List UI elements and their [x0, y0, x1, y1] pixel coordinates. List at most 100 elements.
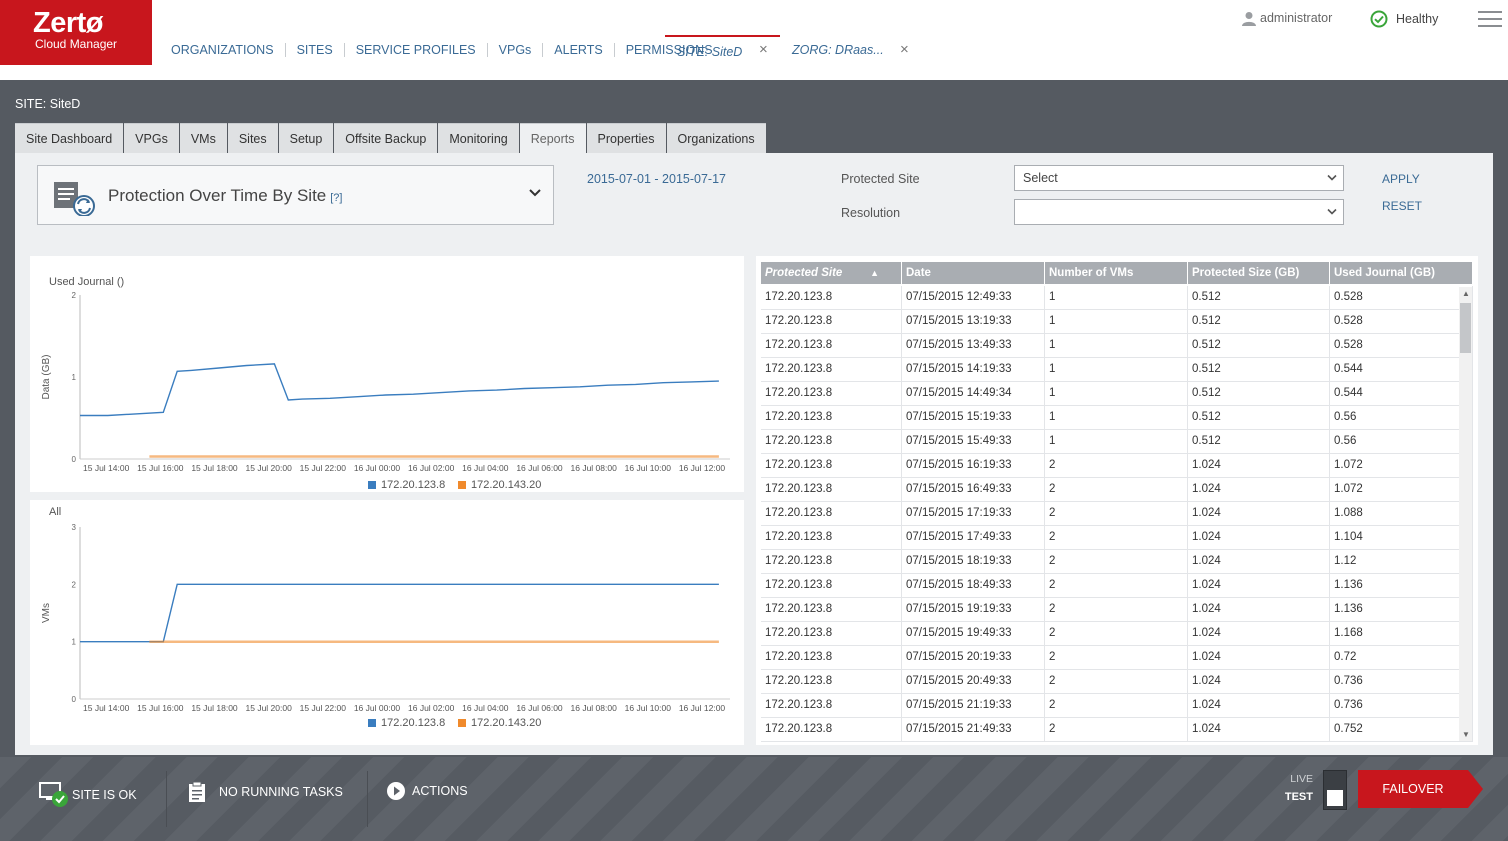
reset-button[interactable]: RESET — [1382, 199, 1422, 213]
x-tick-label: 16 Jul 08:00 — [571, 703, 618, 713]
series-line-0 — [80, 363, 719, 417]
table-row[interactable]: 172.20.123.8 07/15/2015 15:49:33 1 0.512 0.5… — [761, 430, 1473, 454]
tab-vms[interactable]: VMs — [179, 123, 227, 153]
chevron-down-icon — [1327, 208, 1337, 215]
table-row[interactable]: 172.20.123.8 07/15/2015 17:49:33 2 1.024 1.1… — [761, 526, 1473, 550]
table-row[interactable]: 172.20.123.8 07/15/2015 20:19:33 2 1.024 0.7… — [761, 646, 1473, 670]
y-tick-label: 1 — [72, 373, 77, 382]
cell-number-of-vms: 2 — [1045, 622, 1188, 646]
table-row[interactable]: 172.20.123.8 07/15/2015 20:49:33 2 1.024 0.7… — [761, 670, 1473, 694]
table-body: 172.20.123.8 07/15/2015 12:49:33 1 0.512 0.5… — [761, 286, 1473, 742]
cell-protected-site: 172.20.123.8 — [761, 598, 902, 622]
failover-button[interactable]: FAILOVER — [1358, 770, 1483, 808]
table-row[interactable]: 172.20.123.8 07/15/2015 12:49:33 1 0.512 0.5… — [761, 286, 1473, 310]
nav-sites[interactable]: SITES — [286, 43, 345, 57]
tab-site-dashboard[interactable]: Site Dashboard — [15, 123, 124, 153]
nav-service-profiles[interactable]: SERVICE PROFILES — [345, 43, 488, 57]
cell-number-of-vms: 1 — [1045, 310, 1188, 334]
cell-number-of-vms: 2 — [1045, 694, 1188, 718]
cell-used-journal: 1.168 — [1330, 622, 1473, 646]
resolution-select[interactable] — [1014, 199, 1344, 225]
col-used-journal[interactable]: Used Journal (GB) — [1330, 262, 1473, 284]
series-line-0 — [80, 583, 719, 643]
table-row[interactable]: 172.20.123.8 07/15/2015 17:19:33 2 1.024 1.0… — [761, 502, 1473, 526]
date-range-picker[interactable]: 2015-07-01 - 2015-07-17 — [587, 172, 726, 186]
table-row[interactable]: 172.20.123.8 07/15/2015 21:19:33 2 1.024 0.7… — [761, 694, 1473, 718]
nav-vpgs[interactable]: VPGs — [488, 43, 544, 57]
tab-properties[interactable]: Properties — [586, 123, 666, 153]
site-status-button[interactable]: SITE IS OK — [38, 781, 137, 809]
table-row[interactable]: 172.20.123.8 07/15/2015 18:49:33 2 1.024 1.1… — [761, 574, 1473, 598]
table-row[interactable]: 172.20.123.8 07/15/2015 13:19:33 1 0.512 0.5… — [761, 310, 1473, 334]
live-test-toggle[interactable] — [1323, 770, 1347, 810]
table-row[interactable]: 172.20.123.8 07/15/2015 13:49:33 1 0.512 0.5… — [761, 334, 1473, 358]
report-title: Protection Over Time By Site — [108, 186, 327, 205]
tab-setup[interactable]: Setup — [278, 123, 334, 153]
used-journal-chart-svg: Used Journal () Data (GB) 0 1 2 15 Jul 14:00 1… — [41, 276, 730, 491]
actions-button[interactable]: ACTIONS — [386, 781, 468, 801]
col-date[interactable]: Date — [902, 262, 1045, 284]
table-row[interactable]: 172.20.123.8 07/15/2015 14:19:33 1 0.512 0.5… — [761, 358, 1473, 382]
tab-vpgs[interactable]: VPGs — [124, 123, 179, 153]
cell-number-of-vms: 2 — [1045, 574, 1188, 598]
table-row[interactable]: 172.20.123.8 07/15/2015 15:19:33 1 0.512 0.5… — [761, 406, 1473, 430]
status-footer: SITE IS OK NO RUNNING TASKS ACTIONS LIVE… — [0, 757, 1508, 841]
cell-protected-site: 172.20.123.8 — [761, 286, 902, 310]
protected-site-select[interactable]: Select — [1014, 165, 1344, 191]
tab-offsite-backup[interactable]: Offsite Backup — [334, 123, 438, 153]
close-zorg-tab-icon[interactable]: × — [900, 35, 909, 65]
cell-protected-size: 1.024 — [1188, 550, 1330, 574]
tab-sites[interactable]: Sites — [227, 123, 278, 153]
cell-date: 07/15/2015 17:19:33 — [902, 502, 1045, 526]
apply-button[interactable]: APPLY — [1382, 172, 1420, 186]
open-tab-zorg[interactable]: ZORG: DRaas... — [792, 35, 884, 65]
table-row[interactable]: 172.20.123.8 07/15/2015 18:19:33 2 1.024 1.1… — [761, 550, 1473, 574]
table-row[interactable]: 172.20.123.8 07/15/2015 16:49:33 2 1.024 1.0… — [761, 478, 1473, 502]
cell-date: 07/15/2015 19:19:33 — [902, 598, 1045, 622]
x-tick-label: 15 Jul 22:00 — [300, 703, 347, 713]
y-tick-label: 0 — [72, 695, 77, 704]
cell-number-of-vms: 1 — [1045, 334, 1188, 358]
zerto-logo[interactable]: Zertø Cloud Manager — [0, 0, 152, 65]
x-tick-label: 15 Jul 16:00 — [137, 703, 184, 713]
test-label: TEST — [1284, 791, 1313, 803]
health-status[interactable]: Healthy — [1370, 10, 1438, 28]
cell-protected-site: 172.20.123.8 — [761, 478, 902, 502]
hamburger-menu-icon[interactable] — [1478, 11, 1502, 29]
cell-protected-size: 0.512 — [1188, 286, 1330, 310]
report-type-dropdown[interactable]: Protection Over Time By Site [?] — [37, 165, 554, 225]
cell-used-journal: 0.752 — [1330, 718, 1473, 742]
tab-monitoring[interactable]: Monitoring — [438, 123, 519, 153]
nav-alerts[interactable]: ALERTS — [543, 43, 615, 57]
tab-organizations[interactable]: Organizations — [666, 123, 766, 153]
cell-number-of-vms: 2 — [1045, 454, 1188, 478]
cell-number-of-vms: 2 — [1045, 478, 1188, 502]
scroll-up-icon[interactable]: ▲ — [1462, 289, 1470, 298]
site-title: SITE: SiteD — [15, 97, 81, 111]
table-row[interactable]: 172.20.123.8 07/15/2015 16:19:33 2 1.024 1.0… — [761, 454, 1473, 478]
table-row[interactable]: 172.20.123.8 07/15/2015 19:49:33 2 1.024 1.1… — [761, 622, 1473, 646]
cell-date: 07/15/2015 19:49:33 — [902, 622, 1045, 646]
scrollbar-thumb[interactable] — [1460, 303, 1471, 353]
cell-protected-site: 172.20.123.8 — [761, 622, 902, 646]
cell-used-journal: 1.136 — [1330, 598, 1473, 622]
table-row[interactable]: 172.20.123.8 07/15/2015 21:49:33 2 1.024 0.7… — [761, 718, 1473, 742]
table-row[interactable]: 172.20.123.8 07/15/2015 14:49:34 1 0.512 0.5… — [761, 382, 1473, 406]
tasks-button[interactable]: NO RUNNING TASKS — [188, 781, 343, 803]
actions-label: ACTIONS — [412, 784, 468, 798]
table-scrollbar[interactable]: ▲ ▼ — [1459, 287, 1472, 741]
report-help-link[interactable]: [?] — [330, 192, 342, 204]
y-axis-label: VMs — [41, 603, 52, 623]
close-site-tab-icon[interactable]: × — [759, 35, 768, 65]
col-number-of-vms[interactable]: Number of VMs — [1045, 262, 1188, 284]
scroll-down-icon[interactable]: ▼ — [1462, 730, 1470, 739]
col-protected-size[interactable]: Protected Size (GB) — [1188, 262, 1330, 284]
cell-date: 07/15/2015 18:19:33 — [902, 550, 1045, 574]
nav-organizations[interactable]: ORGANIZATIONS — [160, 43, 286, 57]
legend-label: 172.20.143.20 — [471, 479, 541, 491]
tab-reports[interactable]: Reports — [519, 123, 586, 153]
table-row[interactable]: 172.20.123.8 07/15/2015 19:19:33 2 1.024 1.1… — [761, 598, 1473, 622]
col-protected-site[interactable]: Protected Site ▲ — [761, 262, 902, 284]
cell-protected-size: 0.512 — [1188, 310, 1330, 334]
user-menu[interactable]: administrator — [1242, 10, 1332, 26]
